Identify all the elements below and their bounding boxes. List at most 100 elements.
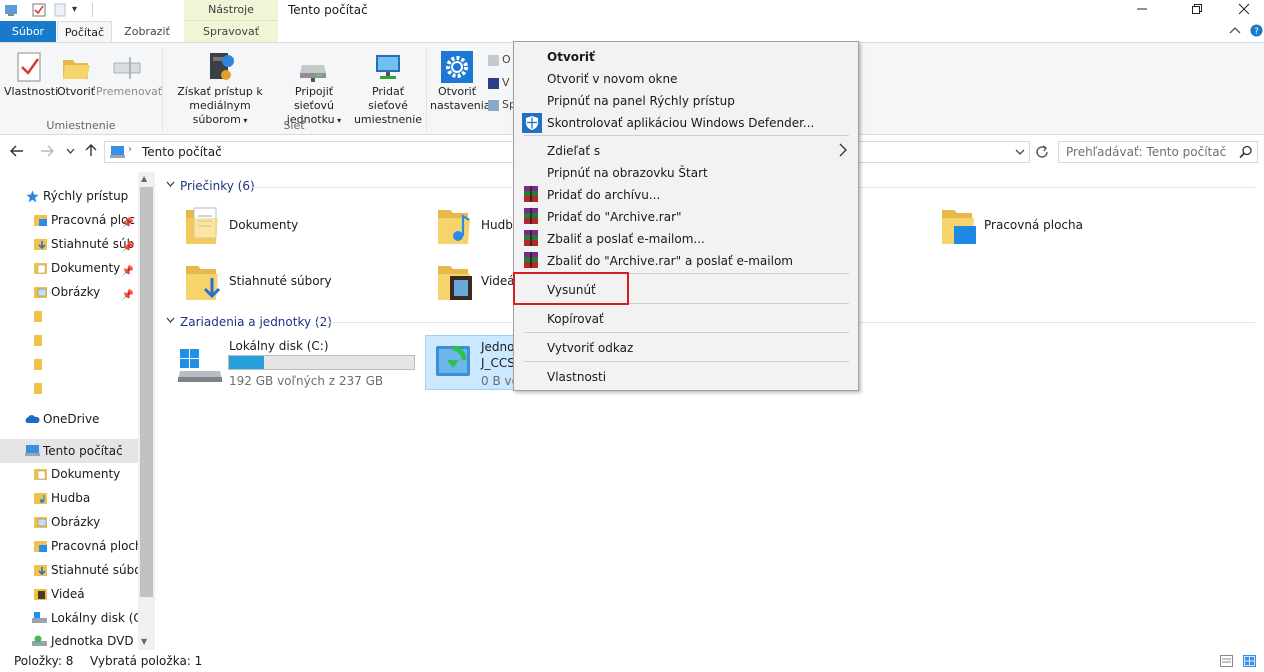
nav-qa-folder[interactable] xyxy=(0,377,60,399)
refresh-icon[interactable] xyxy=(1034,144,1050,160)
nav-qa-pictures[interactable]: Obrázky 📌 xyxy=(0,281,138,303)
menu-item-open-new-window[interactable]: Otvoriť v novom okne xyxy=(547,72,677,86)
menu-item-properties[interactable]: Vlastnosti xyxy=(547,370,606,384)
back-icon[interactable] xyxy=(10,145,24,157)
pin-icon[interactable]: 📌 xyxy=(122,261,134,279)
properties-button[interactable]: Vlastnosti xyxy=(4,51,58,99)
forward-icon[interactable] xyxy=(40,145,54,157)
nav-this-pc[interactable]: Tento počítač xyxy=(0,439,138,463)
access-media-button[interactable]: Získať prístup k mediálnym súborom ▾ xyxy=(166,51,274,128)
explorer-app-icon[interactable] xyxy=(4,3,18,17)
breadcrumb-chevron-icon[interactable]: › xyxy=(218,144,222,155)
devices-section-header[interactable]: Zariadenia a jednotky (2) xyxy=(180,315,332,329)
folders-section-header[interactable]: Priečinky (6) xyxy=(180,179,255,193)
add-network-location-button[interactable]: Pridať sieťové umiestnenie xyxy=(352,51,424,127)
details-view-icon[interactable] xyxy=(1220,655,1233,667)
nav-pc-videos[interactable]: Videá xyxy=(0,583,138,605)
open-settings-button[interactable]: Otvoriť nastavenia xyxy=(430,51,491,113)
nav-qa-folder[interactable] xyxy=(0,329,60,351)
system-item-2[interactable]: V xyxy=(488,76,510,89)
nav-scrollbar-thumb[interactable] xyxy=(140,187,153,597)
pin-icon[interactable]: 📌 xyxy=(122,213,134,231)
nav-pc-downloads[interactable]: Stiahnuté súbory xyxy=(0,559,138,581)
menu-item-create-shortcut[interactable]: Vytvoriť odkaz xyxy=(547,341,633,355)
scroll-down-icon[interactable]: ▼ xyxy=(141,637,147,646)
drive-dvd-selected[interactable]: Jednot J_CCSA 0 B vo xyxy=(425,335,523,390)
open-button[interactable]: Otvoriť xyxy=(56,51,96,99)
properties-quick-icon[interactable] xyxy=(32,3,46,17)
nav-pc-documents[interactable]: Dokumenty xyxy=(0,463,138,485)
nav-pc-dvd[interactable]: Jednotka DVD (D ⌄ xyxy=(0,630,138,652)
scroll-up-icon[interactable]: ▲ xyxy=(141,174,147,183)
downloads-folder-icon xyxy=(34,564,47,576)
recent-locations-icon[interactable] xyxy=(66,147,75,155)
winrar-icon xyxy=(522,207,540,225)
map-network-drive-button[interactable]: Pripojiť sieťovú jednotku ▾ xyxy=(274,51,354,128)
nav-qa-folder[interactable] xyxy=(0,353,60,375)
search-input[interactable]: Prehľadávať: Tento počítač xyxy=(1058,141,1258,163)
breadcrumb-this-pc[interactable]: Tento počítač xyxy=(142,145,222,159)
documents-folder-icon xyxy=(184,204,220,246)
collapse-section-icon[interactable] xyxy=(166,316,175,324)
nav-qa-documents-label: Dokumenty xyxy=(51,261,121,275)
breadcrumb-chevron-icon[interactable]: › xyxy=(128,144,132,155)
minimize-icon[interactable] xyxy=(1136,3,1148,15)
nav-pc-desktop[interactable]: Pracovná plocha xyxy=(0,535,138,557)
tab-file[interactable]: Súbor xyxy=(0,21,56,43)
help-icon[interactable]: ? xyxy=(1250,24,1263,37)
onedrive-cloud-icon xyxy=(24,414,40,424)
pin-icon[interactable]: 📌 xyxy=(122,285,134,303)
collapse-ribbon-icon[interactable] xyxy=(1229,25,1241,35)
close-icon[interactable] xyxy=(1238,3,1250,15)
customize-toolbar-icon[interactable]: ▾ xyxy=(72,4,77,15)
menu-item-share-with[interactable]: Zdieľať s xyxy=(547,144,600,158)
nav-qa-downloads[interactable]: Stiahnuté súb 📌 xyxy=(0,233,138,255)
folder-desktop[interactable]: Pracovná plocha xyxy=(936,202,1186,248)
nav-onedrive[interactable]: OneDrive xyxy=(0,408,138,430)
menu-item-compress-email[interactable]: Zbaliť a poslať e-mailom... xyxy=(547,232,705,246)
rename-button[interactable]: Premenovať xyxy=(96,51,162,99)
menu-item-defender-scan[interactable]: Skontrolovať aplikáciou Windows Defender… xyxy=(547,116,814,130)
downloads-folder-icon xyxy=(184,260,220,302)
desktop-folder-icon xyxy=(34,540,47,552)
folder-documents[interactable]: Dokumenty xyxy=(180,202,430,248)
nav-qa-folder[interactable] xyxy=(0,305,60,327)
system-properties-icon xyxy=(488,77,499,89)
nav-qa-pictures-label: Obrázky xyxy=(51,285,101,299)
nav-quick-access-label: Rýchly prístup xyxy=(43,189,129,203)
system-item-3[interactable]: Sp xyxy=(488,98,516,111)
up-icon[interactable] xyxy=(85,143,97,157)
restore-icon[interactable] xyxy=(1191,3,1203,15)
tab-computer[interactable]: Počítač xyxy=(57,21,112,43)
videos-folder-icon xyxy=(34,588,47,600)
search-placeholder: Prehľadávať: Tento počítač xyxy=(1066,145,1227,159)
folder-downloads[interactable]: Stiahnuté súbory xyxy=(180,258,430,304)
system-item-1[interactable]: O xyxy=(488,53,511,66)
nav-quick-access[interactable]: Rýchly prístup xyxy=(0,185,138,207)
address-dropdown-icon[interactable] xyxy=(1015,148,1025,156)
nav-qa-documents[interactable]: Dokumenty 📌 xyxy=(0,257,138,279)
menu-item-compress-rar-email[interactable]: Zbaliť do "Archive.rar" a poslať e-mailo… xyxy=(547,254,793,268)
folder-videos[interactable]: Videá xyxy=(432,258,515,304)
drive-local-disk-c[interactable]: Lokálny disk (C:) 192 GB voľných z 237 G… xyxy=(176,335,420,389)
new-folder-quick-icon[interactable] xyxy=(54,3,66,17)
menu-item-open[interactable]: Otvoriť xyxy=(547,50,595,64)
menu-item-add-to-archive[interactable]: Pridať do archívu... xyxy=(547,188,660,202)
nav-qa-desktop[interactable]: Pracovná ploc 📌 xyxy=(0,209,138,231)
nav-pc-pictures-label: Obrázky xyxy=(51,515,101,529)
open-settings-label-2: nastavenia xyxy=(430,99,491,112)
nav-pc-music[interactable]: Hudba xyxy=(0,487,138,509)
tab-manage[interactable]: Spravovať xyxy=(184,21,278,43)
tab-view[interactable]: Zobraziť xyxy=(116,21,178,43)
nav-pc-local-disk[interactable]: Lokálny disk (C:) xyxy=(0,607,138,629)
menu-item-pin-quick-access[interactable]: Pripnúť na panel Rýchly prístup xyxy=(547,94,735,108)
search-icon[interactable] xyxy=(1239,145,1253,159)
menu-item-copy[interactable]: Kopírovať xyxy=(547,312,604,326)
large-icons-view-icon[interactable] xyxy=(1243,655,1256,667)
nav-pc-pictures[interactable]: Obrázky xyxy=(0,511,138,533)
pin-icon[interactable]: 📌 xyxy=(122,237,134,255)
folder-music[interactable]: Hudba xyxy=(432,202,520,248)
collapse-section-icon[interactable] xyxy=(166,180,175,188)
menu-item-pin-start[interactable]: Pripnúť na obrazovku Štart xyxy=(547,166,708,180)
menu-item-add-to-rar[interactable]: Pridať do "Archive.rar" xyxy=(547,210,682,224)
